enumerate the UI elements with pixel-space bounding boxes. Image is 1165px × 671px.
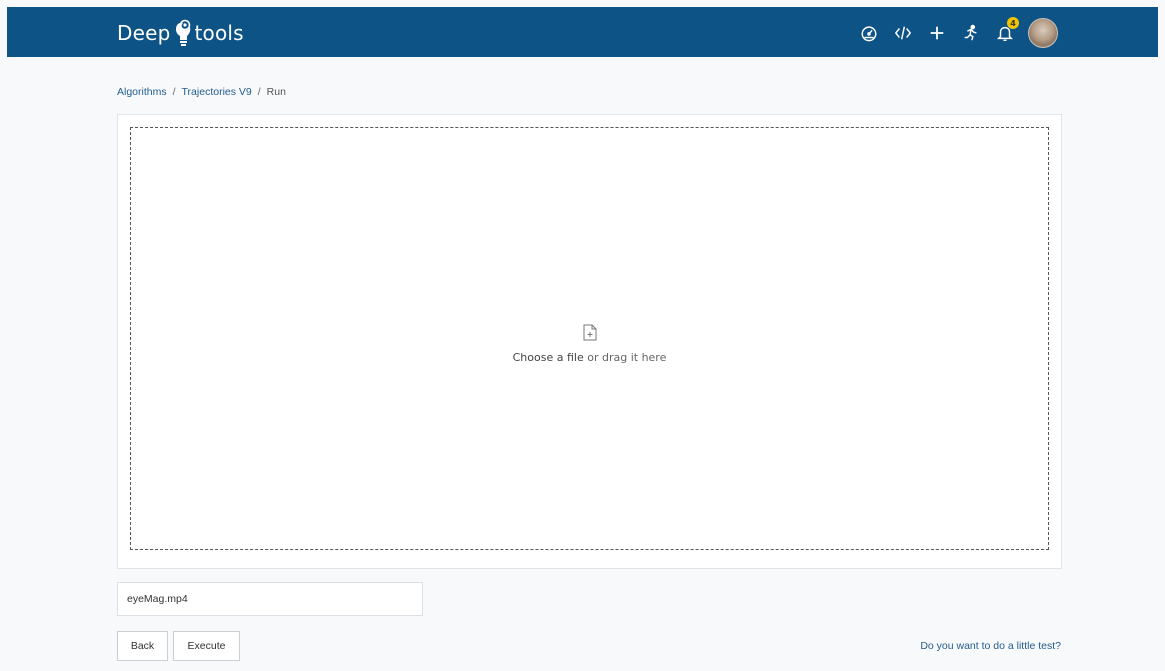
breadcrumb: Algorithms / Trajectories V9 / Run	[117, 86, 286, 98]
app-logo[interactable]: Deep tools	[117, 19, 244, 47]
little-test-link[interactable]: Do you want to do a little test?	[920, 640, 1061, 652]
file-dropzone[interactable]: Choose a file or drag it here	[130, 127, 1049, 550]
dropzone-label: Choose a file or drag it here	[513, 351, 667, 364]
notification-badge: 4	[1007, 17, 1019, 29]
logo-text-right: tools	[194, 21, 244, 45]
runner-icon[interactable]	[960, 22, 982, 44]
top-navbar: Deep tools 4	[7, 7, 1158, 57]
logo-text-left: Deep	[117, 21, 171, 45]
bell-icon[interactable]: 4	[994, 17, 1019, 44]
breadcrumb-run: Run	[266, 86, 286, 98]
dashboard-icon[interactable]	[858, 22, 880, 44]
selected-file-field[interactable]: eyeMag.mp4	[117, 582, 423, 616]
drag-here-label: or drag it here	[583, 351, 667, 364]
dropzone-content: Choose a file or drag it here	[131, 324, 1048, 364]
back-button[interactable]: Back	[117, 631, 168, 661]
execute-button[interactable]: Execute	[173, 631, 240, 661]
breadcrumb-separator: /	[172, 86, 176, 98]
breadcrumb-trajectories[interactable]: Trajectories V9	[182, 86, 252, 98]
breadcrumb-separator: /	[257, 86, 261, 98]
upload-card: Choose a file or drag it here	[117, 114, 1062, 569]
file-upload-icon	[583, 324, 596, 341]
lightbulb-logo-icon	[172, 19, 194, 47]
user-avatar[interactable]	[1028, 18, 1058, 48]
topbar-actions: 4	[846, 17, 1058, 48]
breadcrumb-algorithms[interactable]: Algorithms	[117, 86, 167, 98]
choose-file-label[interactable]: Choose a file	[513, 351, 584, 364]
plus-icon[interactable]	[926, 22, 948, 44]
code-icon[interactable]	[892, 22, 914, 44]
